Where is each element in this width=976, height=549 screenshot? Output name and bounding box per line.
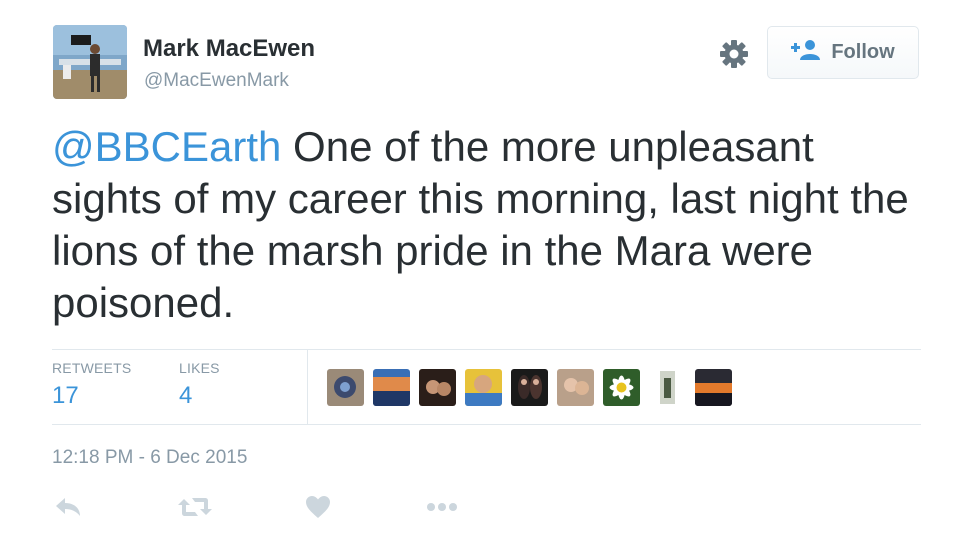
- liker-avatar[interactable]: [649, 369, 686, 406]
- liker-avatar[interactable]: [557, 369, 594, 406]
- liker-avatar[interactable]: [511, 369, 548, 406]
- likes-label: LIKES: [179, 360, 220, 376]
- more-icon[interactable]: [426, 492, 458, 522]
- gear-icon[interactable]: [718, 38, 750, 70]
- likes-stat[interactable]: LIKES 4: [179, 360, 220, 410]
- display-name[interactable]: Mark MacEwen: [143, 35, 315, 63]
- user-handle[interactable]: @MacEwenMark: [144, 70, 289, 92]
- add-user-icon: [791, 39, 821, 67]
- mention-link[interactable]: @BBCEarth: [52, 123, 281, 170]
- retweets-count: 17: [52, 382, 79, 409]
- liker-avatar[interactable]: [603, 369, 640, 406]
- liker-avatar[interactable]: [419, 369, 456, 406]
- reply-icon[interactable]: [54, 492, 82, 522]
- liker-avatar[interactable]: [373, 369, 410, 406]
- tweet-timestamp[interactable]: 12:18 PM - 6 Dec 2015: [52, 447, 247, 469]
- liker-avatar[interactable]: [327, 369, 364, 406]
- follow-button[interactable]: Follow: [767, 26, 919, 79]
- retweets-stat[interactable]: RETWEETS 17: [52, 360, 131, 410]
- retweets-label: RETWEETS: [52, 360, 132, 376]
- retweet-icon[interactable]: [178, 492, 212, 522]
- liker-avatar[interactable]: [695, 369, 732, 406]
- stats-divider: [307, 350, 308, 424]
- avatar[interactable]: [53, 25, 127, 99]
- follow-label: Follow: [831, 41, 895, 63]
- tweet-stats: RETWEETS 17 LIKES 4: [52, 349, 921, 425]
- tweet-text: @BBCEarth One of the more unpleasant sig…: [52, 121, 932, 329]
- likes-count: 4: [179, 382, 193, 409]
- heart-icon[interactable]: [305, 492, 331, 522]
- liker-avatars: [327, 369, 732, 406]
- liker-avatar[interactable]: [465, 369, 502, 406]
